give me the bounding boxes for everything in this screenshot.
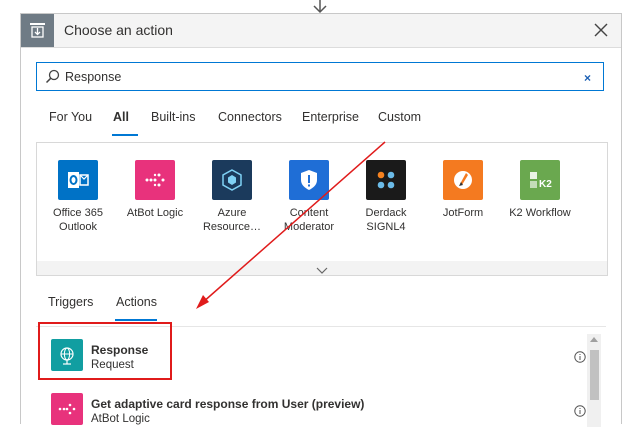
annotation-highlight-box [38, 322, 172, 380]
connector-label: Content Moderator [283, 207, 335, 233]
active-section-indicator [115, 319, 157, 321]
jotform-icon [443, 160, 483, 200]
connector-atbot-logic[interactable]: AtBot Logic [118, 160, 192, 220]
connector-azure-resource[interactable]: Azure Resource… [195, 160, 269, 234]
tab-built-ins[interactable]: Built-ins [151, 110, 195, 124]
action-get-adaptive-card-response[interactable]: Get adaptive card response from User (pr… [36, 381, 586, 425]
connector-label: Derdack SIGNL4 [365, 207, 407, 233]
atbot-icon [135, 160, 175, 200]
search-box[interactable]: × [36, 62, 604, 91]
shield-icon [289, 160, 329, 200]
tab-custom[interactable]: Custom [378, 110, 421, 124]
scroll-thumb[interactable] [590, 350, 599, 400]
connector-label: Azure Resource… [202, 207, 262, 233]
signl4-icon [366, 160, 406, 200]
search-icon [45, 69, 60, 84]
tab-enterprise[interactable]: Enterprise [302, 110, 359, 124]
connector-label: K2 Workflow [509, 207, 571, 219]
collapse-connectors-button[interactable] [36, 261, 608, 276]
tab-all[interactable]: All [113, 110, 129, 124]
connector-jotform[interactable]: JotForm [426, 160, 500, 220]
connector-content-moderator[interactable]: Content Moderator [272, 160, 346, 234]
outlook-icon [58, 160, 98, 200]
dialog-header: Choose an action [21, 14, 621, 48]
tab-triggers[interactable]: Triggers [48, 295, 93, 309]
connector-derdack-signl4[interactable]: Derdack SIGNL4 [349, 160, 423, 234]
connector-k2-workflow[interactable]: K2 K2 Workflow [503, 160, 577, 220]
search-input[interactable] [65, 66, 565, 87]
info-icon[interactable] [574, 405, 586, 417]
scroll-up-icon[interactable] [590, 337, 598, 342]
connector-label: AtBot Logic [126, 207, 184, 219]
connector-grid: Office 365 Outlook AtBot Logic Azure Res… [36, 142, 608, 276]
flow-down-arrow-icon [313, 0, 327, 14]
dialog-title: Choose an action [64, 22, 173, 38]
operation-icon [21, 14, 54, 47]
action-list-scrollbar[interactable] [587, 334, 601, 427]
connector-label: Office 365 Outlook [53, 207, 103, 233]
action-name: Get adaptive card response from User (pr… [91, 397, 365, 411]
k2-icon: K2 [520, 160, 560, 200]
connector-office-365-outlook[interactable]: Office 365 Outlook [41, 160, 115, 234]
tab-actions[interactable]: Actions [116, 295, 157, 309]
tab-connectors[interactable]: Connectors [218, 110, 282, 124]
azure-resource-icon [212, 160, 252, 200]
svg-text:K2: K2 [539, 179, 552, 190]
chevron-down-icon [316, 267, 328, 274]
info-icon[interactable] [574, 351, 586, 363]
atbot-icon [51, 393, 83, 425]
clear-search-icon[interactable]: × [584, 71, 591, 85]
tab-for-you[interactable]: For You [49, 110, 92, 124]
connector-label: JotForm [442, 207, 484, 219]
action-connector: AtBot Logic [91, 413, 150, 425]
active-tab-indicator [112, 134, 138, 136]
close-icon[interactable] [593, 22, 609, 38]
